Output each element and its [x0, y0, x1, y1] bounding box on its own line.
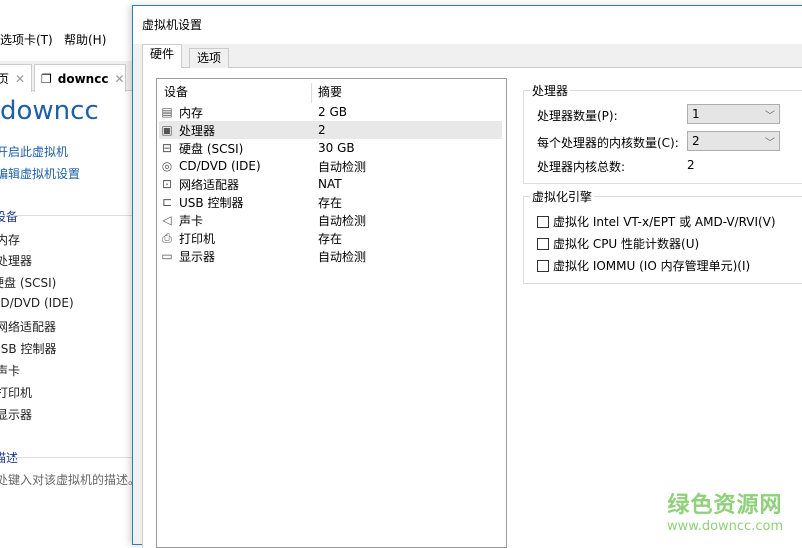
device-name: USB 控制器: [179, 195, 244, 210]
device-name: 声卡: [179, 213, 204, 228]
close-icon[interactable]: ✕: [114, 72, 124, 86]
processor-group-label: 处理器: [530, 82, 571, 99]
memory-icon: ▤: [161, 105, 173, 119]
device-row[interactable]: ⊡ 网络适配器 NAT: [159, 175, 502, 193]
description-field[interactable]: 处键入对该虚拟机的描述。: [0, 471, 140, 488]
device-name: 显示器: [179, 249, 216, 264]
device-item[interactable]: 网络适配器: [0, 318, 56, 335]
device-item[interactable]: 打印机: [0, 384, 32, 401]
watermark-logo: 绿色资源网 www.downcc.com: [667, 487, 783, 534]
vm-title: downcc: [0, 96, 99, 126]
tab-downcc[interactable]: ❐ downcc ✕: [34, 64, 126, 92]
device-table-header: 设备 摘要: [157, 83, 503, 103]
usb-icon: ⊏: [161, 195, 173, 209]
device-name: 处理器: [179, 123, 216, 138]
device-summary: 存在: [318, 195, 343, 210]
device-summary: 30 GB: [318, 141, 355, 155]
checkbox-label: 虚拟化 IOMMU (IO 内存管理单元)(I): [553, 259, 751, 273]
dialog-tabs: 选项 硬件: [142, 44, 802, 69]
cores-per-processor-label: 每个处理器的内核数量(C):: [537, 136, 679, 150]
device-row[interactable]: ▣ 处理器 2: [159, 121, 502, 139]
column-device[interactable]: 设备: [164, 83, 188, 100]
dialog-title: 虚拟机设置: [133, 6, 802, 44]
devices-section-title: 设备: [0, 210, 19, 224]
column-separator[interactable]: [311, 83, 312, 103]
checkbox-label: 虚拟化 CPU 性能计数器(U): [553, 237, 700, 251]
device-summary: NAT: [318, 177, 342, 191]
menu-help[interactable]: 帮助(H): [64, 31, 106, 48]
iommu-checkbox[interactable]: 虚拟化 IOMMU (IO 内存管理单元)(I): [537, 257, 750, 274]
checkbox-icon[interactable]: [537, 237, 549, 250]
watermark-url: www.downcc.com: [667, 519, 784, 534]
device-summary: 自动检测: [318, 213, 367, 228]
device-summary: 2 GB: [318, 105, 347, 119]
device-row[interactable]: ▭ 显示器 自动检测: [159, 247, 502, 265]
cd-dvd-icon: ◎: [161, 159, 173, 173]
power-on-link[interactable]: 开启此虚拟机: [0, 143, 68, 160]
chevron-down-icon: ﹀: [765, 137, 775, 149]
printer-icon: ⎙: [162, 230, 172, 245]
divider: [10, 457, 135, 458]
column-summary[interactable]: 摘要: [318, 83, 342, 100]
device-item[interactable]: 处理器: [0, 252, 32, 269]
checkbox-icon[interactable]: [537, 259, 549, 272]
total-cores-label: 处理器内核总数:: [537, 160, 626, 174]
device-item[interactable]: CD/DVD (IDE): [0, 296, 74, 310]
device-summary: 2: [318, 123, 326, 137]
background-menubar: [0, 0, 140, 60]
watermark-name: 绿色资源网: [667, 493, 783, 518]
processor-count-select[interactable]: 1 ﹀: [687, 104, 780, 124]
tab-options[interactable]: 选项: [189, 48, 230, 68]
menu-tabs[interactable]: 选项卡(T): [0, 31, 53, 48]
vt-x-checkbox[interactable]: 虚拟化 Intel VT-x/EPT 或 AMD-V/RVI(V): [537, 213, 776, 230]
device-name: 网络适配器: [179, 177, 240, 192]
device-item[interactable]: 声卡: [0, 362, 20, 379]
edit-settings-link[interactable]: 编辑虚拟机设置: [0, 165, 80, 182]
chevron-down-icon: ﹀: [765, 110, 775, 122]
device-item[interactable]: USB 控制器: [0, 340, 56, 357]
tab-home[interactable]: 页 ✕: [0, 64, 32, 92]
checkbox-icon[interactable]: [537, 215, 549, 228]
device-item[interactable]: 显示器: [0, 406, 32, 423]
total-cores-value: 2: [687, 158, 695, 172]
device-summary: 自动检测: [318, 159, 367, 174]
device-summary: 存在: [318, 231, 343, 246]
close-icon[interactable]: ✕: [15, 72, 25, 86]
checkbox-label: 虚拟化 Intel VT-x/EPT 或 AMD-V/RVI(V): [553, 215, 776, 229]
select-value: 1: [692, 107, 700, 121]
vm-icon: ❐: [41, 71, 52, 86]
device-row[interactable]: ⊟ 硬盘 (SCSI) 30 GB: [159, 139, 502, 157]
device-row[interactable]: ◎ CD/DVD (IDE) 自动检测: [159, 157, 502, 175]
device-name: 打印机: [179, 231, 216, 246]
device-name: CD/DVD (IDE): [179, 159, 261, 173]
processor-group: 处理器 处理器数量(P): 1 ﹀ 每个处理器的内核数量(C): 2 ﹀ 处理器内核…: [523, 82, 802, 184]
device-item[interactable]: 内存: [0, 231, 20, 248]
device-row[interactable]: ▤ 内存 2 GB: [159, 103, 502, 121]
processor-count-label: 处理器数量(P):: [537, 109, 618, 123]
device-item[interactable]: 硬盘 (SCSI): [0, 274, 56, 291]
cores-per-processor-select[interactable]: 2 ﹀: [687, 131, 780, 151]
device-list: 设备 摘要 ▤ 内存 2 GB ▣ 处理器 2 ⊟ 硬盘 (SCSI) 30 GB ◎ CD/…: [156, 78, 507, 548]
vm-settings-dialog: 虚拟机设置 选项 硬件 设备 摘要 ▤ 内存 2 GB ▣ 处理器 2 ⊟ 硬盘 (SCS…: [132, 5, 802, 548]
device-row[interactable]: ◁ 声卡 自动检测: [159, 211, 502, 229]
cpu-counters-checkbox[interactable]: 虚拟化 CPU 性能计数器(U): [537, 235, 699, 252]
virtualization-group-label: 虚拟化引擎: [530, 188, 595, 205]
processor-icon: ▣: [161, 123, 173, 137]
tab-label: 页: [0, 72, 10, 86]
tab-hardware[interactable]: 硬件: [142, 44, 183, 69]
device-name: 内存: [179, 105, 204, 120]
network-adapter-icon: ⊡: [161, 177, 173, 191]
device-row[interactable]: ⊏ USB 控制器 存在: [159, 193, 502, 211]
display-icon: ▭: [161, 249, 173, 263]
tab-label: downcc: [57, 71, 109, 86]
select-value: 2: [692, 134, 700, 148]
device-row[interactable]: ⎙ 打印机 存在: [159, 229, 502, 247]
hard-disk-icon: ⊟: [161, 141, 173, 155]
device-summary: 自动检测: [318, 249, 367, 264]
virtualization-group: 虚拟化引擎 虚拟化 Intel VT-x/EPT 或 AMD-V/RVI(V) …: [523, 188, 802, 284]
hardware-panel: 设备 摘要 ▤ 内存 2 GB ▣ 处理器 2 ⊟ 硬盘 (SCSI) 30 GB ◎ CD/…: [142, 68, 802, 548]
sound-card-icon: ◁: [162, 213, 172, 227]
divider: [10, 215, 135, 216]
device-name: 硬盘 (SCSI): [179, 141, 244, 156]
